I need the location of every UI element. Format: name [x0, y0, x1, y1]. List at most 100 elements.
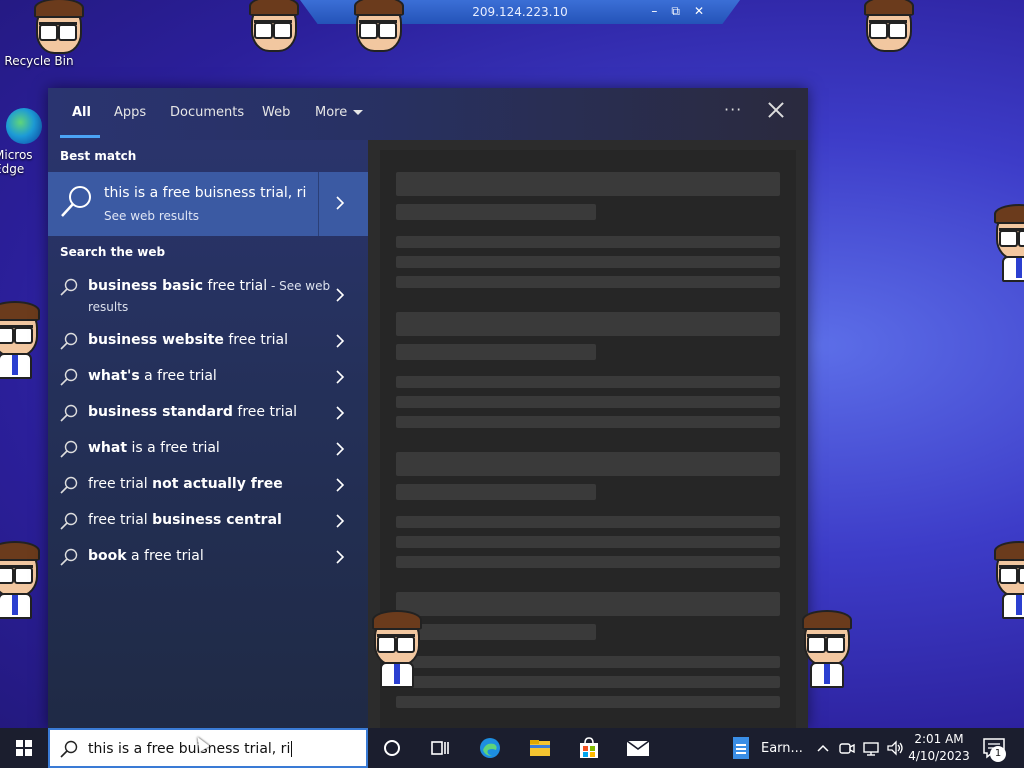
- suggestion-text: business basic free trial - See web: [88, 278, 330, 294]
- suggestion-text: business standard free trial: [88, 404, 297, 420]
- tab-documents[interactable]: Documents: [170, 105, 244, 120]
- meet-now-icon[interactable]: [838, 736, 856, 760]
- cortana-icon[interactable]: [380, 736, 404, 760]
- taskbar: this is a free buisness trial, ri Earn..…: [0, 728, 1024, 768]
- chevron-right-icon[interactable]: [335, 196, 345, 210]
- skeleton-line: [396, 484, 596, 500]
- skeleton-line: [396, 656, 780, 668]
- skeleton-line: [396, 696, 780, 708]
- mascot-icon: [350, 0, 408, 74]
- tab-more-label: More: [315, 105, 348, 120]
- chevron-right-icon[interactable]: [335, 442, 345, 456]
- chevron-up-icon[interactable]: [816, 736, 830, 760]
- suggestion-bold: what: [88, 440, 128, 456]
- desktop-icon-edge[interactable]: Micros Edge: [0, 108, 54, 176]
- skeleton-line: [396, 592, 780, 616]
- suggestion-pre: free trial: [88, 512, 153, 528]
- tab-web[interactable]: Web: [262, 105, 290, 120]
- search-icon: [60, 404, 78, 422]
- text-caret: [291, 741, 293, 757]
- microsoft-store-icon[interactable]: [577, 736, 601, 760]
- windows-logo-icon: [16, 749, 23, 756]
- restore-icon[interactable]: ⧉: [671, 4, 680, 19]
- suggestion-rest: a free trial: [126, 548, 204, 564]
- suggestion-text: free trial business central: [88, 512, 282, 528]
- web-suggestion-item[interactable]: free trial business central: [48, 504, 368, 540]
- skeleton-line: [396, 516, 780, 528]
- suggestion-rest: free trial: [203, 278, 268, 294]
- network-icon[interactable]: [862, 736, 880, 760]
- start-button[interactable]: [16, 740, 32, 756]
- windows-logo-icon: [25, 740, 32, 747]
- suggestion-bold: business central: [152, 512, 282, 528]
- notification-badge: 1: [990, 746, 1006, 762]
- suggestion-bold: business standard: [88, 404, 233, 420]
- skeleton-line: [396, 624, 596, 640]
- suggestion-text: what is a free trial: [88, 440, 220, 456]
- skeleton-line: [396, 312, 780, 336]
- taskbar-search-input[interactable]: this is a free buisness trial, ri: [48, 728, 368, 768]
- chevron-right-icon[interactable]: [335, 406, 345, 420]
- mascot-icon: [245, 0, 303, 74]
- chevron-right-icon[interactable]: [335, 370, 345, 384]
- pinned-app-label: Earn...: [761, 740, 803, 756]
- chevron-down-icon: [353, 110, 364, 115]
- remote-host-label: 209.124.223.10: [472, 5, 568, 19]
- edge-icon: [6, 108, 42, 144]
- chevron-right-icon[interactable]: [335, 514, 345, 528]
- suggestion-rest: a free trial: [139, 368, 217, 384]
- suggestion-bold: not actually free: [152, 476, 283, 492]
- suggestion-suffix: - See web: [267, 279, 331, 293]
- tab-apps[interactable]: Apps: [114, 105, 146, 120]
- web-suggestion-item[interactable]: business website free trial: [48, 324, 368, 360]
- search-icon: [60, 368, 78, 386]
- web-suggestion-item[interactable]: what's a free trial: [48, 360, 368, 396]
- tab-more[interactable]: More: [315, 105, 364, 120]
- skeleton-line: [396, 676, 780, 688]
- pinned-app-button[interactable]: Earn...: [730, 728, 803, 768]
- volume-icon[interactable]: [886, 736, 904, 760]
- skeleton-line: [396, 556, 780, 568]
- search-icon: [60, 512, 78, 530]
- mascot-icon: [0, 301, 44, 379]
- web-suggestion-item[interactable]: book a free trial: [48, 540, 368, 576]
- more-options-icon[interactable]: ···: [724, 100, 742, 119]
- chevron-right-icon[interactable]: [335, 550, 345, 564]
- suggestion-pre: free trial: [88, 476, 153, 492]
- chevron-right-icon[interactable]: [335, 478, 345, 492]
- windows-logo-icon: [25, 749, 32, 756]
- skeleton-line: [396, 452, 780, 476]
- system-clock[interactable]: 2:01 AM 4/10/2023: [908, 731, 970, 765]
- chevron-right-icon[interactable]: [335, 334, 345, 348]
- minimize-icon[interactable]: –: [651, 4, 657, 19]
- search-icon: [60, 278, 78, 296]
- file-explorer-icon[interactable]: [528, 736, 552, 760]
- suggestion-bold: business basic: [88, 278, 204, 294]
- task-view-icon[interactable]: [428, 736, 452, 760]
- skeleton-line: [396, 344, 596, 360]
- skeleton-line: [396, 204, 596, 220]
- web-suggestion-item[interactable]: business basic free trial - See web resu…: [48, 270, 368, 322]
- chevron-right-icon[interactable]: [335, 288, 345, 302]
- mail-icon[interactable]: [626, 736, 650, 760]
- mascot-icon: [860, 0, 918, 74]
- web-suggestion-item[interactable]: business standard free trial: [48, 396, 368, 432]
- skeleton-line: [396, 396, 780, 408]
- best-match-item[interactable]: this is a free buisness trial, ri See we…: [48, 172, 368, 236]
- search-icon: [60, 440, 78, 458]
- web-suggestion-item[interactable]: what is a free trial: [48, 432, 368, 468]
- document-icon: [733, 737, 749, 759]
- skeleton-line: [396, 172, 780, 196]
- search-icon: [60, 548, 78, 566]
- close-icon[interactable]: [766, 100, 786, 120]
- skeleton-line: [396, 236, 780, 248]
- close-icon[interactable]: ✕: [694, 4, 704, 19]
- mascot-icon: [990, 541, 1024, 619]
- edge-icon[interactable]: [478, 736, 502, 760]
- suggestion-text: what's a free trial: [88, 368, 217, 384]
- suggestion-text: book a free trial: [88, 548, 204, 564]
- web-suggestion-item[interactable]: free trial not actually free: [48, 468, 368, 504]
- tab-all[interactable]: All: [72, 105, 91, 120]
- search-web-heading: Search the web: [60, 245, 166, 259]
- skeleton-line: [396, 256, 780, 268]
